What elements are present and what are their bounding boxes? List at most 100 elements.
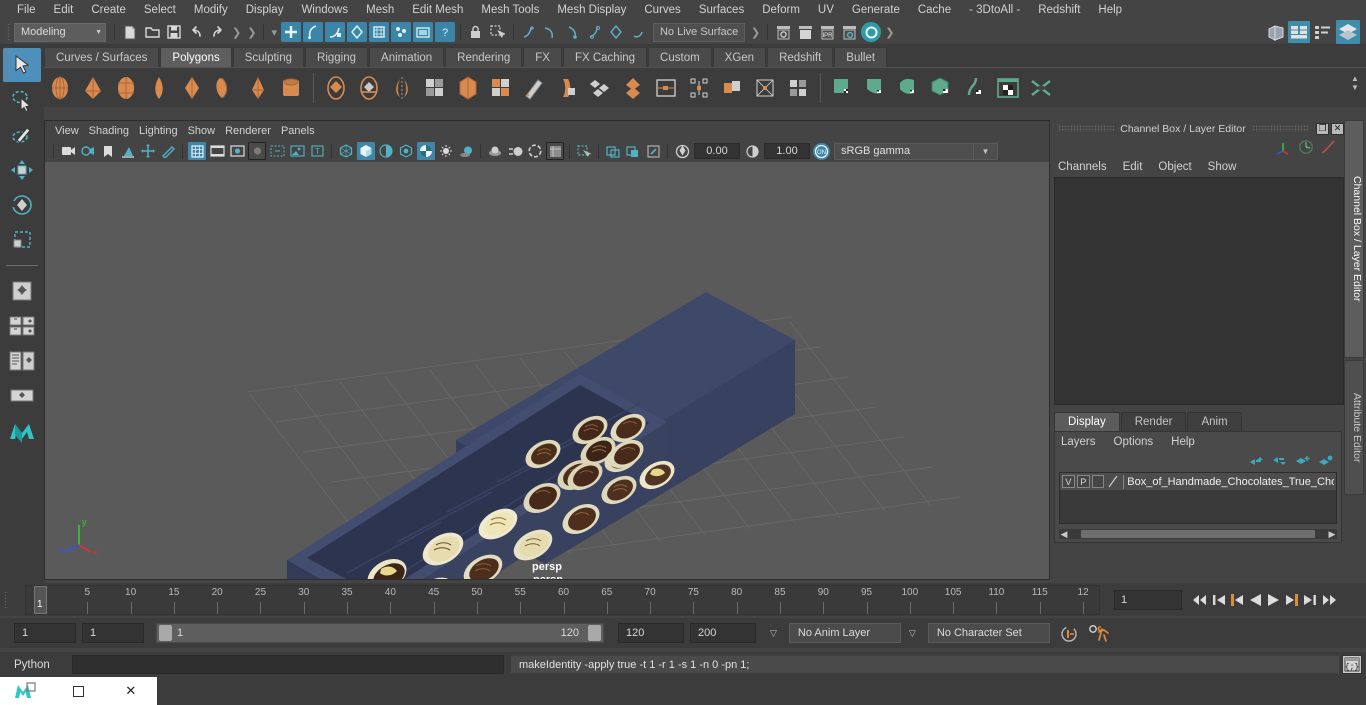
menu-cache[interactable]: Cache bbox=[909, 2, 960, 18]
command-input[interactable] bbox=[72, 655, 504, 674]
two-pane-layout-icon[interactable] bbox=[3, 309, 41, 343]
poly-torus-icon[interactable] bbox=[176, 72, 208, 104]
range-end-field[interactable]: 120 bbox=[618, 623, 684, 643]
range-start-field[interactable]: 1 bbox=[82, 623, 144, 643]
menu-mesh-tools[interactable]: Mesh Tools bbox=[472, 2, 548, 18]
poly-sphere-icon[interactable] bbox=[44, 72, 76, 104]
move-layer-down-icon[interactable] bbox=[1272, 455, 1287, 467]
textured-icon[interactable] bbox=[417, 142, 435, 160]
menu-deform[interactable]: Deform bbox=[753, 2, 809, 18]
select-camera-icon[interactable] bbox=[59, 142, 77, 160]
viewport-menu-shading[interactable]: Shading bbox=[89, 124, 139, 138]
poly-boolean-difference-icon[interactable] bbox=[353, 72, 385, 104]
four-pane-layout-icon[interactable] bbox=[3, 379, 41, 413]
aperture-icon[interactable] bbox=[673, 142, 691, 160]
open-scene-icon[interactable] bbox=[142, 22, 162, 42]
workspace-selector[interactable]: Modeling ▼ bbox=[14, 22, 106, 42]
redo-icon[interactable] bbox=[208, 22, 228, 42]
menu-3dtoall[interactable]: - 3DtoAll - bbox=[960, 2, 1029, 18]
rotate-tool-icon[interactable] bbox=[3, 188, 41, 222]
poly-cube-icon[interactable] bbox=[110, 72, 142, 104]
color-picker-icon[interactable] bbox=[644, 142, 662, 160]
viewport-menu-view[interactable]: View bbox=[55, 124, 89, 138]
uv-automatic-icon[interactable] bbox=[926, 72, 958, 104]
shelf-tab-bullet[interactable]: Bullet bbox=[834, 47, 888, 67]
channel-box-list[interactable] bbox=[1054, 177, 1344, 405]
snap-grid-icon[interactable] bbox=[346, 22, 367, 42]
menu-select[interactable]: Select bbox=[135, 2, 185, 18]
toolbox-grip[interactable] bbox=[3, 47, 8, 81]
lock-icon[interactable] bbox=[466, 22, 486, 42]
dropdown-small-icon[interactable]: ▾ bbox=[268, 26, 280, 39]
uv-unfold-icon[interactable] bbox=[959, 72, 991, 104]
text-overlay-icon[interactable]: T bbox=[308, 142, 326, 160]
time-slider-icon[interactable] bbox=[1298, 139, 1314, 155]
command-language-label[interactable]: Python bbox=[14, 659, 72, 671]
contrast-icon[interactable] bbox=[743, 142, 761, 160]
shelf-tab-custom[interactable]: Custom bbox=[648, 47, 712, 67]
poly-append-icon[interactable] bbox=[650, 72, 682, 104]
undo-icon[interactable] bbox=[186, 22, 206, 42]
layer-name[interactable]: Box_of_Handmade_Chocolates_True_Cho bbox=[1127, 476, 1334, 488]
poly-quad-draw-icon[interactable] bbox=[782, 72, 814, 104]
viewport-menu-panels[interactable]: Panels bbox=[281, 124, 325, 138]
channel-box-toggle-icon[interactable] bbox=[1336, 20, 1360, 44]
shadows-icon[interactable] bbox=[457, 142, 475, 160]
menu-edit-mesh[interactable]: Edit Mesh bbox=[403, 2, 472, 18]
panel-grip-left[interactable] bbox=[1058, 125, 1115, 132]
gamma-icon[interactable] bbox=[624, 142, 642, 160]
two-d-pan-zoom-icon[interactable] bbox=[139, 142, 157, 160]
poly-bridge-icon[interactable] bbox=[617, 72, 649, 104]
range-slider-track[interactable]: 1 120 bbox=[156, 623, 604, 643]
uv-spherical-icon[interactable] bbox=[893, 72, 925, 104]
gate-mask-icon[interactable] bbox=[248, 142, 266, 160]
hypershade-icon[interactable] bbox=[861, 22, 882, 42]
curve-icon[interactable] bbox=[1320, 139, 1336, 155]
exposure-value-field[interactable]: 0.00 bbox=[694, 143, 740, 159]
safe-action-icon[interactable] bbox=[288, 142, 306, 160]
script-editor-icon[interactable]: {;} bbox=[1342, 655, 1362, 674]
live-surface-field[interactable]: No Live Surface bbox=[652, 22, 745, 42]
color-management-toggle-icon[interactable]: ON bbox=[813, 142, 830, 160]
menu-uv[interactable]: UV bbox=[809, 2, 843, 18]
single-pane-layout-icon[interactable] bbox=[3, 274, 41, 308]
lasso-select-tool-icon[interactable] bbox=[3, 83, 41, 117]
xray-icon[interactable] bbox=[546, 142, 564, 160]
channel-menu-show[interactable]: Show bbox=[1208, 161, 1247, 173]
poly-cone-icon[interactable] bbox=[77, 72, 109, 104]
play-forwards-icon[interactable] bbox=[1266, 593, 1281, 607]
statusbar-grip[interactable] bbox=[7, 23, 11, 41]
poly-smooth-icon[interactable] bbox=[452, 72, 484, 104]
new-layer-from-selected-icon[interactable] bbox=[1318, 455, 1333, 467]
poly-plane-icon[interactable] bbox=[209, 72, 241, 104]
menu-help[interactable]: Help bbox=[1089, 2, 1131, 18]
shelf-tab-polygons[interactable]: Polygons bbox=[160, 47, 232, 67]
animation-preferences-icon[interactable] bbox=[1088, 624, 1110, 643]
poly-pipe-icon[interactable] bbox=[275, 72, 307, 104]
tab-display[interactable]: Display bbox=[1054, 412, 1120, 431]
poly-transform-icon[interactable] bbox=[749, 72, 781, 104]
layer-shading-toggle[interactable] bbox=[1091, 475, 1105, 488]
poly-duplicate-face-icon[interactable] bbox=[716, 72, 748, 104]
channel-menu-channels[interactable]: Channels bbox=[1058, 161, 1117, 173]
uv-cylindrical-icon[interactable] bbox=[860, 72, 892, 104]
close-icon[interactable]: ✕ bbox=[1331, 122, 1344, 135]
layer-list-hscrollbar[interactable]: ◀ ▶ bbox=[1059, 529, 1337, 539]
menu-file[interactable]: File bbox=[8, 2, 45, 18]
go-to-start-icon[interactable] bbox=[1192, 593, 1209, 607]
poly-combine-icon[interactable] bbox=[419, 72, 451, 104]
maya-app-icon[interactable] bbox=[0, 677, 52, 705]
shelf-scroll-arrows[interactable]: ▲ ▼ bbox=[1348, 74, 1362, 92]
tool-settings-toggle-icon[interactable] bbox=[1312, 21, 1334, 43]
menu-mesh[interactable]: Mesh bbox=[357, 2, 403, 18]
exposure-icon[interactable] bbox=[604, 142, 622, 160]
range-left-handle[interactable] bbox=[159, 625, 172, 641]
isolate-select-icon[interactable] bbox=[526, 142, 544, 160]
expand-icon-4[interactable]: ❯ bbox=[882, 26, 897, 39]
uv-planar-icon[interactable] bbox=[827, 72, 859, 104]
render-settings-icon[interactable] bbox=[839, 22, 859, 42]
step-forward-key-icon[interactable] bbox=[1302, 593, 1317, 607]
wireframe-icon[interactable] bbox=[337, 142, 355, 160]
save-scene-icon[interactable] bbox=[164, 22, 184, 42]
uv-editor-icon[interactable] bbox=[992, 72, 1024, 104]
